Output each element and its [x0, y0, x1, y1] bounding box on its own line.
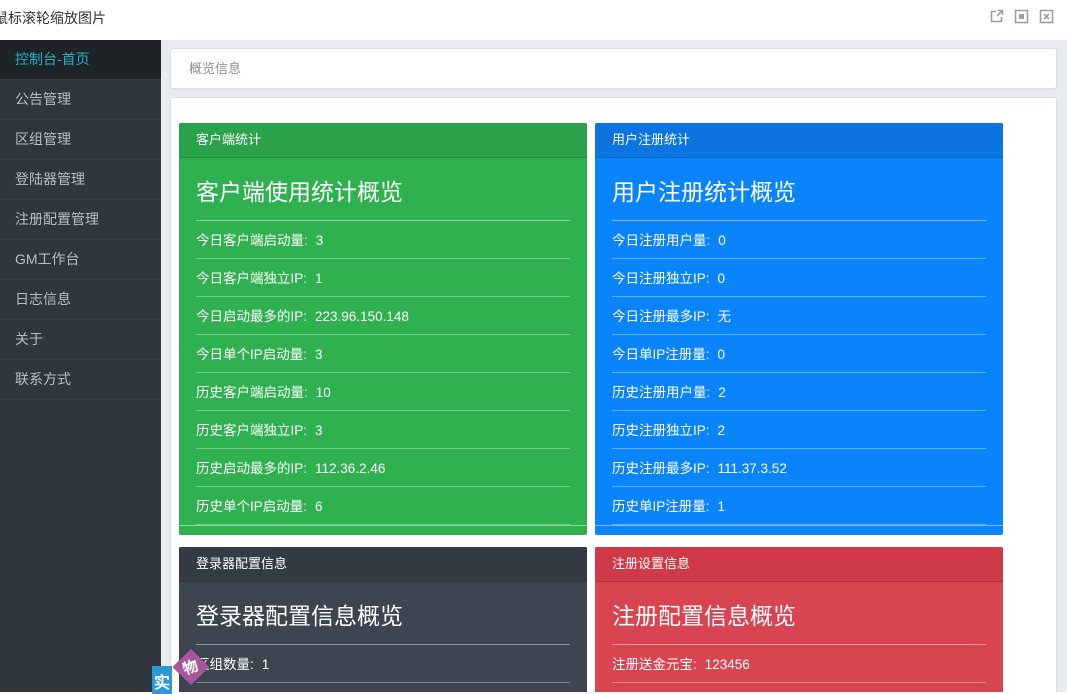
- stat-row: 历史客户端独立IP:3: [196, 411, 570, 449]
- card-title: 用户注册统计概览: [612, 158, 986, 221]
- card-client-stats: 客户端统计 客户端使用统计概览 今日客户端启动量:3 今日客户端独立IP:1 今…: [179, 123, 587, 535]
- card-user-register-stats: 用户注册统计 用户注册统计概览 今日注册用户量:0 今日注册独立IP:0 今日注…: [595, 123, 1003, 535]
- stat-row: 区组数量:1: [196, 645, 570, 683]
- main-content: 概览信息 客户端统计 客户端使用统计概览 今日客户端启动量:3 今日客户端独立I…: [161, 40, 1067, 692]
- sidebar-item-contact[interactable]: 联系方式: [0, 360, 161, 400]
- card-register-settings: 注册设置信息 注册配置信息概览 注册送金元宝:123456 注册送银元宝:123…: [595, 547, 1003, 692]
- sidebar-item-launcher-management[interactable]: 登陆器管理: [0, 160, 161, 200]
- window-titlebar: 鼠标滚轮缩放图片: [0, 0, 1067, 40]
- window-controls: [988, 8, 1055, 25]
- stat-row: 今日注册独立IP:0: [612, 259, 986, 297]
- sidebar-item-gm-workbench[interactable]: GM工作台: [0, 240, 161, 280]
- stat-row: 历史单IP注册量:1: [612, 487, 986, 525]
- stat-row: 历史注册独立IP:2: [612, 411, 986, 449]
- maximize-restore-icon[interactable]: [1013, 8, 1030, 25]
- stat-row: 今日注册最多IP:无: [612, 297, 986, 335]
- sidebar-nav: 控制台-首页 公告管理 区组管理 登陆器管理 注册配置管理 GM工作台 日志信息…: [0, 40, 161, 692]
- sidebar-item-log-info[interactable]: 日志信息: [0, 280, 161, 320]
- card-title: 登录器配置信息概览: [196, 582, 570, 645]
- stat-row: 今日启动最多的IP:223.96.150.148: [196, 297, 570, 335]
- card-header: 用户注册统计: [595, 123, 1003, 158]
- stat-row: 历史单个IP启动量:6: [196, 487, 570, 525]
- stat-row: 注册送银元宝:12346: [612, 683, 986, 692]
- page-title: 鼠标滚轮缩放图片: [0, 8, 106, 28]
- card-header: 登录器配置信息: [179, 547, 587, 582]
- stat-row: 今日注册用户量:0: [612, 221, 986, 259]
- stat-row: 今日单个IP启动量:3: [196, 335, 570, 373]
- stat-row: 今日客户端独立IP:1: [196, 259, 570, 297]
- stat-row: 公告数量:1: [196, 683, 570, 692]
- sidebar-item-zone-management[interactable]: 区组管理: [0, 120, 161, 160]
- stat-row: 今日客户端启动量:3: [196, 221, 570, 259]
- overview-panel: 客户端统计 客户端使用统计概览 今日客户端启动量:3 今日客户端独立IP:1 今…: [170, 97, 1057, 692]
- section-header: 概览信息: [170, 48, 1057, 89]
- sidebar-item-about[interactable]: 关于: [0, 320, 161, 360]
- stat-row: 注册送金元宝:123456: [612, 645, 986, 683]
- stat-row: 历史客户端启动量:10: [196, 373, 570, 411]
- card-title: 注册配置信息概览: [612, 582, 986, 645]
- stat-row: 历史注册用户量:2: [612, 373, 986, 411]
- open-external-icon[interactable]: [988, 8, 1005, 25]
- sidebar-item-announcements[interactable]: 公告管理: [0, 80, 161, 120]
- card-header: 注册设置信息: [595, 547, 1003, 582]
- card-title: 客户端使用统计概览: [196, 158, 570, 221]
- close-icon[interactable]: [1038, 8, 1055, 25]
- card-header: 客户端统计: [179, 123, 587, 158]
- stat-row: 历史注册最多IP:111.37.3.52: [612, 449, 986, 487]
- stat-row: 今日单IP注册量:0: [612, 335, 986, 373]
- sidebar-item-console-home[interactable]: 控制台-首页: [0, 40, 161, 80]
- card-launcher-config: 登录器配置信息 登录器配置信息概览 区组数量:1 公告数量:1: [179, 547, 587, 692]
- stat-row: 历史启动最多的IP:112.36.2.46: [196, 449, 570, 487]
- floating-badge-shi[interactable]: 实: [152, 666, 172, 694]
- sidebar-item-register-config[interactable]: 注册配置管理: [0, 200, 161, 240]
